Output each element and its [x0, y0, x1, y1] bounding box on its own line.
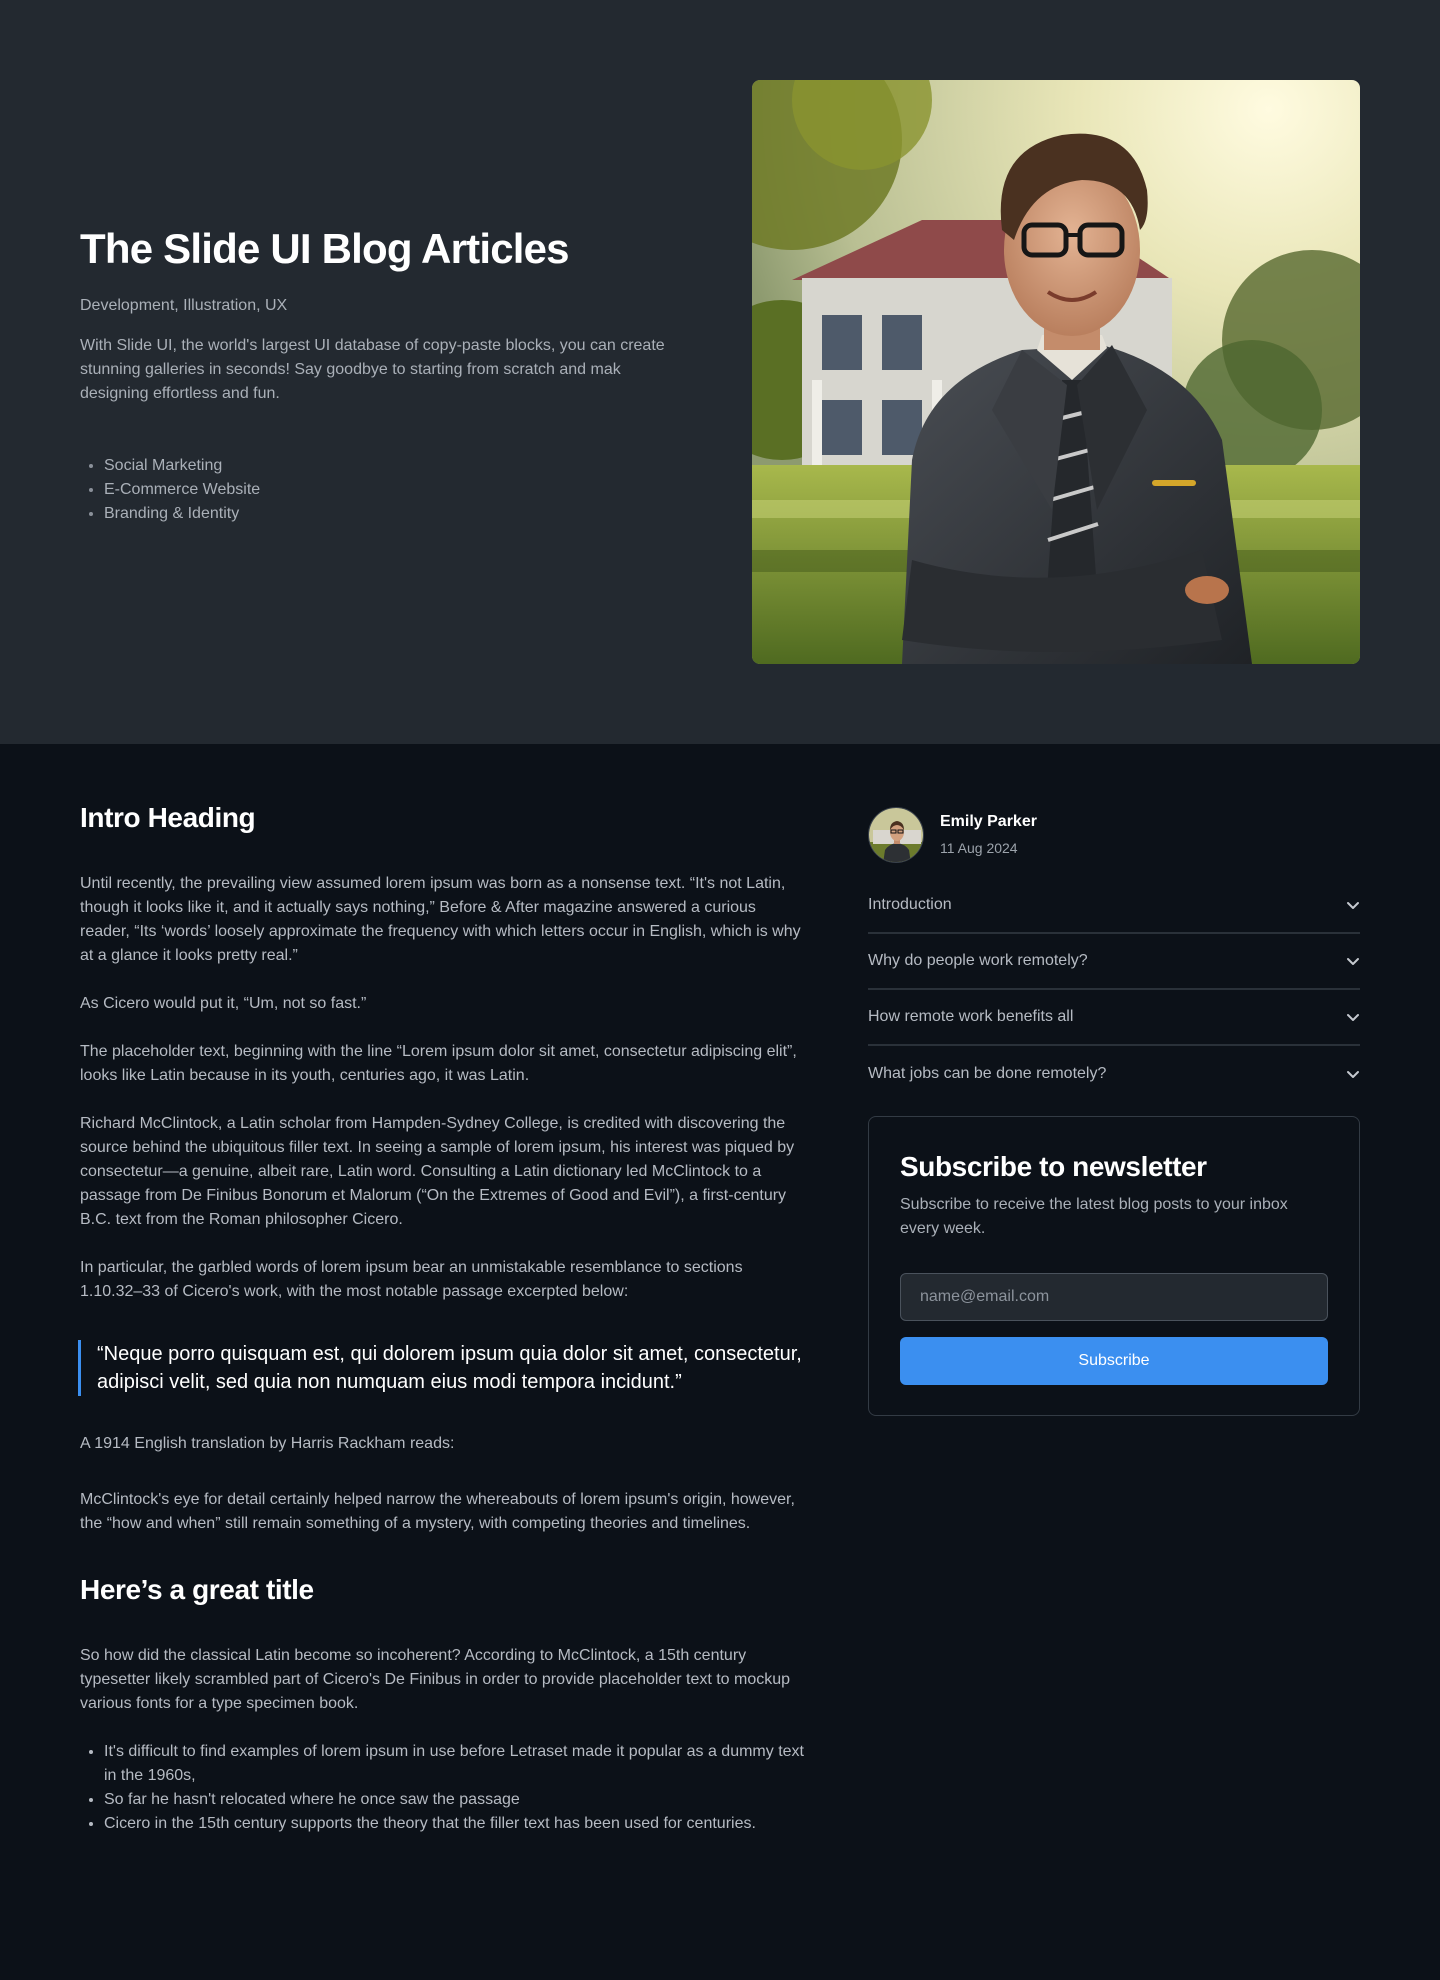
article-blockquote: “Neque porro quisquam est, qui dolorem i… — [78, 1340, 804, 1396]
accordion-item-label: Why do people work remotely? — [868, 952, 1088, 969]
hero-tags: Development, Illustration, UX — [80, 297, 288, 314]
list-item: Social Marketing — [104, 454, 680, 478]
email-field[interactable] — [900, 1273, 1328, 1321]
hero-description: With Slide UI, the world's largest UI da… — [80, 337, 665, 402]
chevron-down-icon — [1347, 902, 1359, 909]
accordion-item-why-remote[interactable]: Why do people work remotely? — [868, 934, 1360, 990]
table-of-contents-accordion: Introduction Why do people work remotely… — [868, 878, 1360, 1102]
accordion-item-label: Introduction — [868, 896, 952, 913]
hero-image — [752, 80, 1360, 664]
article-paragraph: So how did the classical Latin become so… — [80, 1647, 791, 1712]
hero-list: Social Marketing E-Commerce Website Bran… — [80, 454, 680, 526]
author-card: Emily Parker 11 Aug 2024 — [868, 806, 1360, 864]
intro-heading: Intro Heading — [80, 802, 256, 833]
accordion-item-benefits[interactable]: How remote work benefits all — [868, 990, 1360, 1046]
list-item: Cicero in the 15th century supports the … — [104, 1812, 804, 1836]
article-paragraph: As Cicero would put it, “Um, not so fast… — [80, 995, 367, 1012]
list-item: Branding & Identity — [104, 502, 680, 526]
article-paragraph: A 1914 English translation by Harris Rac… — [80, 1435, 455, 1452]
subscribe-button[interactable]: Subscribe — [900, 1337, 1328, 1385]
newsletter-card: Subscribe to newsletter Subscribe to rec… — [868, 1116, 1360, 1416]
accordion-item-label: How remote work benefits all — [868, 1008, 1074, 1025]
article-paragraph: McClintock's eye for detail certainly he… — [80, 1491, 795, 1532]
hero-section: The Slide UI Blog Articles Development, … — [0, 0, 1440, 744]
accordion-item-jobs[interactable]: What jobs can be done remotely? — [868, 1046, 1360, 1102]
avatar — [868, 807, 924, 863]
list-item: It's difficult to find examples of lorem… — [104, 1740, 804, 1788]
article-paragraph: The placeholder text, beginning with the… — [80, 1043, 797, 1084]
newsletter-description: Subscribe to receive the latest blog pos… — [900, 1196, 1288, 1237]
accordion-item-introduction[interactable]: Introduction — [868, 878, 1360, 934]
newsletter-title: Subscribe to newsletter — [900, 1151, 1207, 1182]
hero-text: The Slide UI Blog Articles Development, … — [80, 224, 680, 526]
list-item: E-Commerce Website — [104, 478, 680, 502]
article-paragraph: Richard McClintock, a Latin scholar from… — [80, 1115, 795, 1228]
article-paragraph: In particular, the garbled words of lore… — [80, 1259, 743, 1300]
article-list: It's difficult to find examples of lorem… — [80, 1740, 804, 1836]
avatar-image — [869, 808, 923, 862]
chevron-down-icon — [1347, 958, 1359, 965]
publish-date: 11 Aug 2024 — [940, 840, 1018, 856]
article-paragraph: Until recently, the prevailing view assu… — [80, 875, 801, 964]
hero-portrait-illustration — [752, 80, 1360, 664]
author-name: Emily Parker — [940, 813, 1037, 830]
sidebar: Emily Parker 11 Aug 2024 Introduction Wh… — [868, 806, 1360, 1416]
chevron-down-icon — [1347, 1014, 1359, 1021]
article-body: Intro Heading Until recently, the prevai… — [78, 800, 804, 1836]
chevron-down-icon — [1347, 1071, 1359, 1078]
list-item: So far he hasn't relocated where he once… — [104, 1788, 804, 1812]
author-info: Emily Parker 11 Aug 2024 — [940, 811, 1037, 859]
page-title: The Slide UI Blog Articles — [80, 225, 570, 272]
section-heading: Here’s a great title — [80, 1574, 314, 1605]
accordion-item-label: What jobs can be done remotely? — [868, 1065, 1107, 1082]
